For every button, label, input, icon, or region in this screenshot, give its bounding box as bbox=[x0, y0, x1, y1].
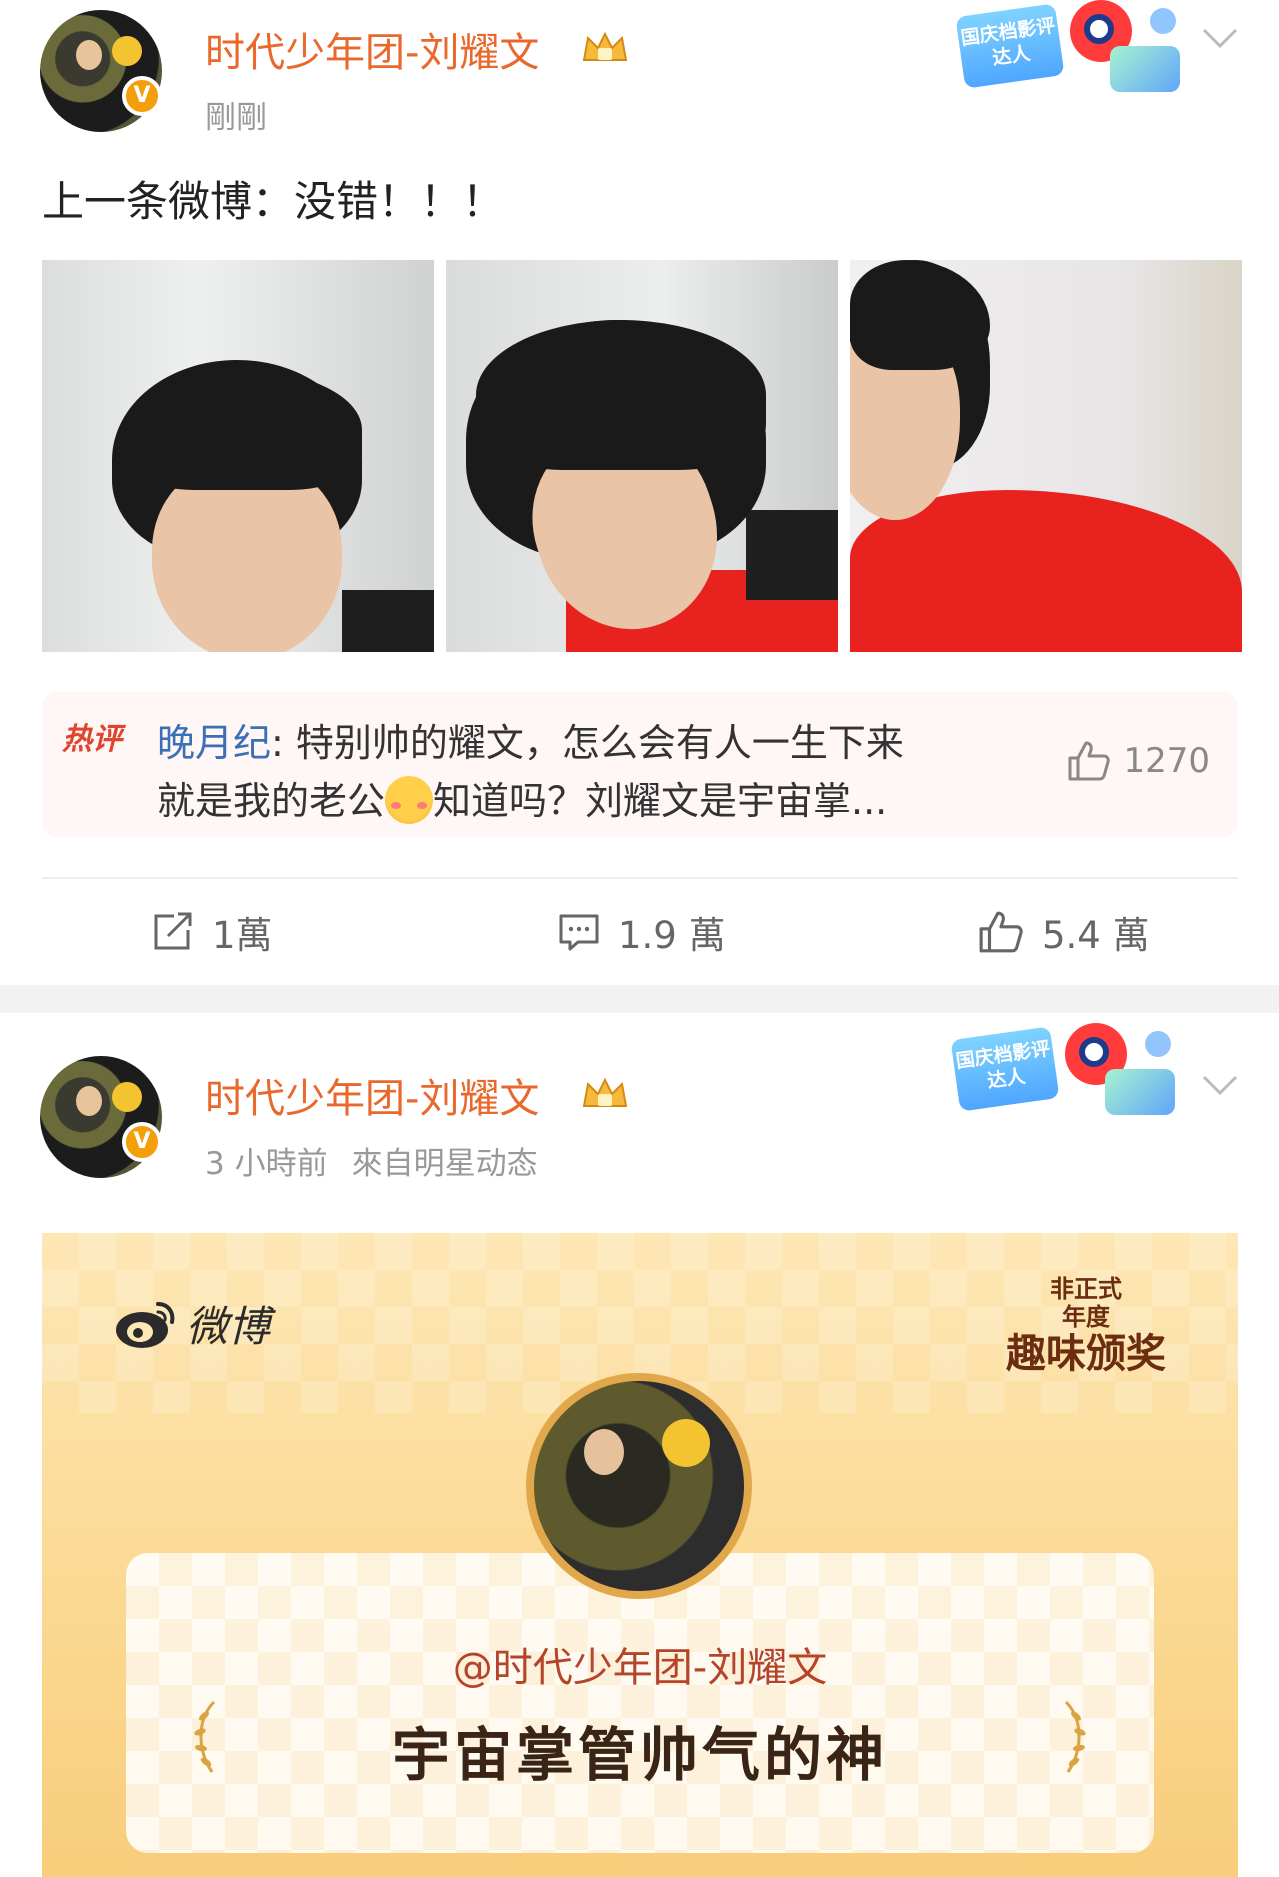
feed-separator bbox=[0, 985, 1279, 1013]
comment-text-2b: 知道吗？刘耀文是宇宙掌... bbox=[433, 779, 888, 823]
post-source[interactable]: 來自明星动态 bbox=[352, 1146, 538, 1182]
weibo-logo: 微博 bbox=[114, 1293, 270, 1354]
laurel-icon bbox=[194, 1700, 216, 1773]
thumb-up-icon bbox=[979, 911, 1023, 953]
chevron-down-icon[interactable] bbox=[1200, 1073, 1240, 1097]
crown-icon bbox=[582, 31, 628, 61]
badge-label: 国庆档影评达人 bbox=[959, 14, 1057, 70]
comment-button[interactable]: 1.9 萬 bbox=[558, 905, 726, 959]
movie-critic-badge[interactable]: 国庆档影评达人 bbox=[950, 1023, 1195, 1133]
movie-critic-badge[interactable]: 国庆档影评达人 bbox=[955, 0, 1200, 110]
comment-line-2: 就是我的老公 知道吗？刘耀文是宇宙掌... bbox=[157, 770, 887, 825]
repost-count: 1萬 bbox=[212, 914, 273, 957]
post-image-2[interactable] bbox=[446, 260, 838, 652]
like-button[interactable]: 5.4 萬 bbox=[978, 905, 1150, 959]
post-time: 3 小時前 bbox=[205, 1146, 328, 1182]
post-username[interactable]: 时代少年团-刘耀文 bbox=[205, 20, 539, 78]
hot-comment[interactable]: 热评 晚月纪: 特别帅的耀文，怎么会有人一生下来 就是我的老公 知道吗？刘耀文是宇… bbox=[42, 692, 1238, 837]
award-mark-line-2: 年度 bbox=[1062, 1303, 1110, 1331]
comment-like-count: 1270 bbox=[1123, 741, 1210, 781]
award-title: 宇宙掌管帅气的神 bbox=[391, 1721, 888, 1789]
post-image-3[interactable] bbox=[850, 260, 1242, 652]
like-count: 5.4 萬 bbox=[1042, 914, 1150, 957]
award-avatar bbox=[526, 1373, 752, 1599]
post-username[interactable]: 时代少年团-刘耀文 bbox=[205, 1066, 539, 1124]
award-mark: 非正式 年度 趣味颁奖 bbox=[1006, 1275, 1166, 1377]
verified-icon: V bbox=[122, 76, 162, 116]
divider bbox=[42, 877, 1238, 879]
verified-icon: V bbox=[122, 1122, 162, 1162]
smiling-hearts-emoji-icon bbox=[385, 776, 434, 824]
post-meta: 3 小時前 來自明星动态 bbox=[205, 1138, 562, 1183]
comment-like-button[interactable]: 1270 bbox=[1067, 740, 1210, 782]
laurel-icon bbox=[1064, 1700, 1086, 1773]
feed-post-1: V 时代少年团-刘耀文 剛剛 国庆档影评达人 上一条微博：没错！！！ 热评 晚月… bbox=[0, 0, 1279, 985]
award-handle: @时代少年团-刘耀文 bbox=[452, 1645, 828, 1691]
comment-text-2a: 就是我的老公 bbox=[157, 779, 386, 823]
comment-count: 1.9 萬 bbox=[618, 914, 726, 957]
post-time: 剛剛 bbox=[205, 100, 267, 136]
award-promo-card[interactable]: 微博 非正式 年度 趣味颁奖 @时代少年团-刘耀文 宇宙掌管帅气的神 bbox=[42, 1233, 1238, 1877]
comment-line-1: 晚月纪: 特别帅的耀文，怎么会有人一生下来 bbox=[157, 712, 904, 767]
hot-comment-tag: 热评 bbox=[62, 722, 122, 757]
post-image-1[interactable] bbox=[42, 260, 434, 652]
thumb-up-icon bbox=[1068, 741, 1111, 781]
post-text: 上一条微博：没错！！！ bbox=[42, 177, 505, 226]
badge-label: 国庆档影评达人 bbox=[954, 1037, 1052, 1093]
award-mark-title: 趣味颁奖 bbox=[1006, 1331, 1166, 1377]
repost-button[interactable]: 1萬 bbox=[152, 905, 273, 959]
weibo-logo-icon bbox=[116, 1301, 175, 1348]
comment-text-1: : 特别帅的耀文，怎么会有人一生下来 bbox=[271, 721, 904, 765]
crown-icon bbox=[582, 1077, 628, 1107]
comment-icon bbox=[559, 914, 599, 951]
chevron-down-icon[interactable] bbox=[1200, 26, 1240, 50]
weibo-brand-text: 微博 bbox=[186, 1302, 271, 1351]
commenter-name[interactable]: 晚月纪 bbox=[157, 721, 271, 765]
award-mark-line-1: 非正式 bbox=[1050, 1275, 1122, 1303]
repost-icon bbox=[154, 912, 192, 950]
